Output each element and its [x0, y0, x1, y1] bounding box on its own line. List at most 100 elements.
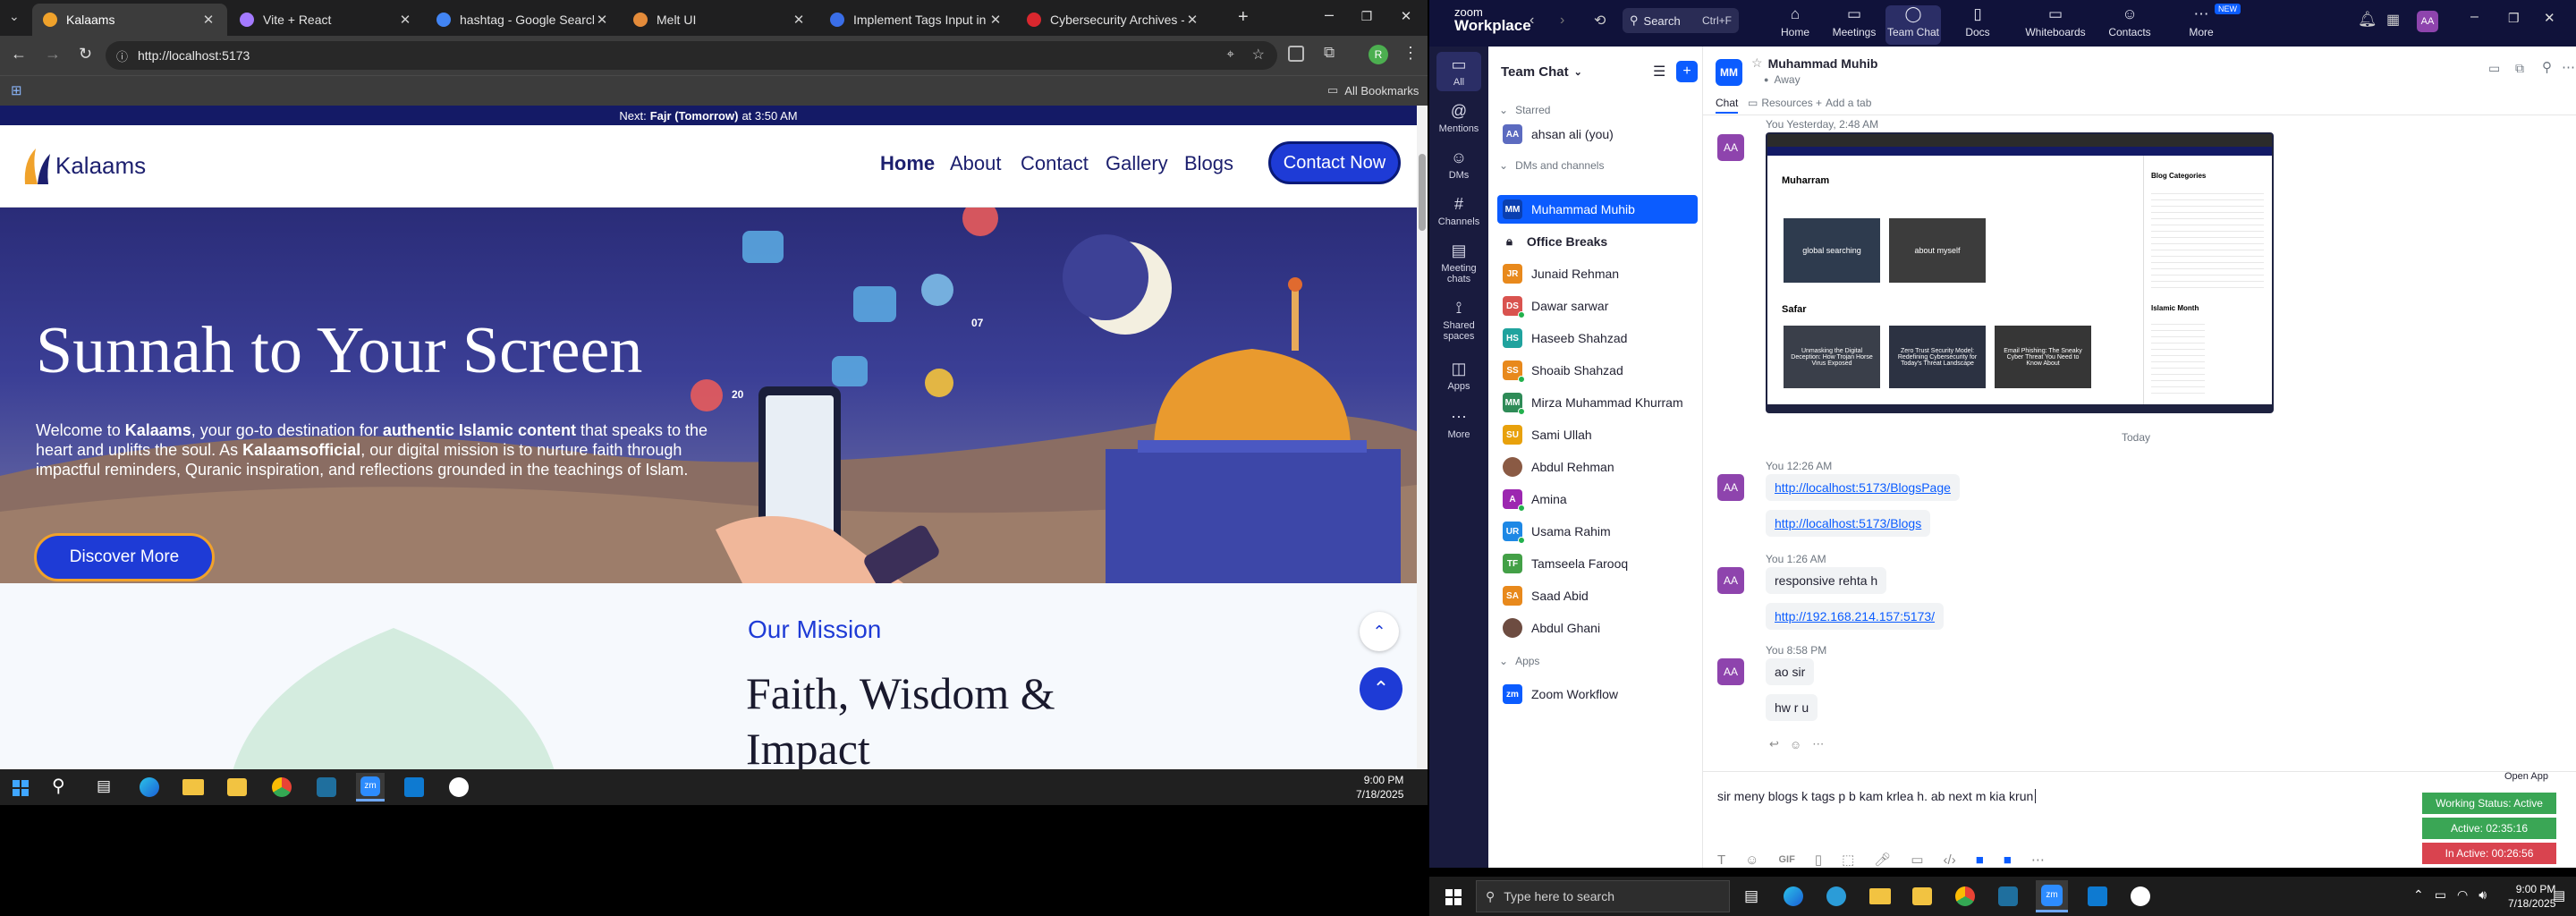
profile-avatar[interactable]: R [1368, 45, 1388, 64]
extension-icon[interactable] [1288, 46, 1304, 62]
reload-icon[interactable]: ↻ [79, 45, 92, 64]
tab-melt-ui[interactable]: Melt UI ✕ [623, 4, 818, 36]
forward-icon[interactable]: → [45, 45, 61, 64]
message-link[interactable]: http://localhost:5173/Blogs [1775, 516, 1921, 530]
back-to-top-button[interactable]: ⌃ [1360, 667, 1402, 710]
star-icon[interactable]: ☆ [1751, 55, 1763, 71]
extensions-puzzle-icon[interactable]: ⧉ [1324, 44, 1335, 62]
nav-about[interactable]: About [950, 152, 1002, 175]
app-zoom-workflow[interactable]: zm Zoom Workflow [1497, 680, 1698, 708]
contact-shoaib[interactable]: SS Shoaib Shahzad [1497, 356, 1698, 385]
emoji-icon[interactable]: ☺ [1745, 852, 1758, 868]
compose-input[interactable]: sir meny blogs k tags p b kam krlea h. a… [1703, 780, 2472, 816]
message-bubble[interactable]: ao sir [1766, 658, 1815, 685]
close-icon[interactable]: ✕ [987, 12, 1004, 28]
back-icon[interactable]: ← [11, 45, 27, 64]
nav-docs[interactable]: ▯ Docs [1950, 5, 2005, 38]
code-icon[interactable]: ‹/› [1944, 852, 1956, 868]
video-clip-icon[interactable]: ▭ [1911, 852, 1923, 868]
close-icon[interactable]: ✕ [397, 12, 413, 28]
maximize-button[interactable]: ❐ [1349, 9, 1385, 24]
close-window-button[interactable]: ✕ [2544, 10, 2555, 26]
nav-blogs[interactable]: Blogs [1184, 152, 1233, 175]
starred-header[interactable]: ⌄ Starred [1499, 104, 1550, 116]
back-icon[interactable]: ‹ [1530, 13, 1534, 29]
location-icon[interactable]: ⌖ [1227, 47, 1234, 62]
screenshot-icon[interactable]: ⬚ [1842, 852, 1854, 868]
contact-muhammad-muhib[interactable]: MM Muhammad Muhib [1497, 195, 1698, 224]
page-scrollbar[interactable] [1417, 106, 1428, 769]
tab-vite-react[interactable]: Vite + React ✕ [229, 4, 424, 36]
contact-sami[interactable]: SU Sami Ullah [1497, 420, 1698, 449]
new-tab-button[interactable]: + [1238, 7, 1249, 28]
discover-more-button[interactable]: Discover More [34, 533, 215, 581]
rail-more[interactable]: ⋯ More [1429, 408, 1488, 440]
notification-icon[interactable]: ▤ [2553, 887, 2565, 903]
new-chat-button[interactable]: + [1676, 61, 1698, 82]
contact-junaid[interactable]: JR Junaid Rehman [1497, 259, 1698, 288]
close-icon[interactable]: ✕ [1184, 12, 1200, 28]
rail-meeting-chats[interactable]: ▤ Meeting chats [1429, 242, 1488, 284]
app-icon[interactable] [317, 777, 336, 797]
app-icon[interactable] [1998, 886, 2018, 906]
bell-icon[interactable]: 🔔︎ [2358, 11, 2377, 29]
edge-icon[interactable] [1784, 886, 1803, 906]
screen-share-icon[interactable]: ⧉ [2515, 61, 2524, 76]
forward-icon[interactable]: › [1560, 13, 1564, 29]
github-icon[interactable] [449, 777, 469, 797]
message-link[interactable]: http://192.168.214.157:5173/ [1775, 609, 1935, 623]
nav-gallery[interactable]: Gallery [1106, 152, 1168, 175]
task-view-icon[interactable]: ▤ [97, 777, 111, 795]
contact-dawar[interactable]: DS Dawar sarwar [1497, 292, 1698, 320]
message-bubble[interactable]: responsive rehta h [1766, 567, 1887, 594]
channel-office-breaks[interactable]: 🔒︎ Office Breaks [1497, 227, 1698, 256]
close-icon[interactable]: ✕ [791, 12, 807, 28]
clock[interactable]: 9:00 PM 7/18/2025 [1356, 773, 1403, 802]
filter-icon[interactable]: ☰ [1653, 63, 1665, 81]
minimize-button[interactable]: – [2470, 9, 2479, 25]
minimize-button[interactable]: – [1311, 5, 1347, 24]
more-icon[interactable]: ⋯ [1812, 737, 1824, 751]
tab-chat[interactable]: Chat [1716, 97, 1739, 114]
message-bubble[interactable]: hw r u [1766, 694, 1818, 721]
team-chat-title[interactable]: Team Chat ⌄ [1501, 64, 1582, 80]
dms-header[interactable]: ⌄ DMs and channels [1499, 159, 1604, 172]
message-link[interactable]: http://localhost:5173/BlogsPage [1775, 480, 1951, 495]
nav-team-chat[interactable]: ◯ Team Chat [1885, 5, 1941, 45]
nav-meetings[interactable]: ▭ Meetings [1826, 5, 1882, 38]
user-avatar[interactable]: AA [2417, 11, 2438, 32]
volume-icon[interactable]: 🔊︎ [2479, 887, 2487, 903]
chrome-icon[interactable] [1955, 886, 1975, 906]
rail-dms[interactable]: ☺ DMs [1429, 148, 1488, 181]
screenshot-attachment[interactable]: Muharram global searching about myself S… [1766, 132, 2274, 413]
taskbar-search[interactable]: ⚲ Type here to search [1476, 880, 1730, 912]
close-window-button[interactable]: ✕ [1388, 8, 1424, 24]
contact-now-button[interactable]: Contact Now [1268, 141, 1401, 184]
tab-resources[interactable]: ▭ Resources [1748, 97, 1813, 109]
chrome-icon[interactable] [272, 777, 292, 797]
nav-home[interactable]: Home [880, 152, 935, 175]
contact-ahsan[interactable]: AA ahsan ali (you) [1497, 120, 1698, 148]
github-icon[interactable] [2131, 886, 2150, 906]
app-icon[interactable]: ■ [2004, 852, 2012, 868]
contact-abdul-rehman[interactable]: AR Abdul Rehman [1497, 453, 1698, 481]
tab-google-search[interactable]: hashtag - Google Search ✕ [426, 4, 621, 36]
more-icon[interactable]: ⋯ [2031, 852, 2045, 868]
rail-mentions[interactable]: @ Mentions [1429, 102, 1488, 134]
chat-search-icon[interactable]: ⚲ [2542, 59, 2552, 75]
edge-icon[interactable] [140, 777, 159, 797]
rail-apps[interactable]: ◫ Apps [1429, 360, 1488, 392]
open-app-label[interactable]: Open App [2504, 771, 2548, 782]
message-bubble[interactable]: http://192.168.214.157:5173/ [1766, 603, 1945, 630]
tab-cybersecurity[interactable]: Cybersecurity Archives - vC ✕ [1016, 4, 1211, 36]
calendar-icon[interactable]: ▦ [2386, 11, 2400, 29]
apps-header[interactable]: ⌄ Apps [1499, 655, 1539, 667]
history-icon[interactable]: ⟲ [1594, 12, 1606, 30]
battery-icon[interactable]: ▭ [2435, 887, 2446, 903]
video-call-icon[interactable]: ▭ [2488, 61, 2500, 76]
format-icon[interactable]: T [1717, 852, 1725, 868]
close-icon[interactable]: ✕ [200, 12, 216, 28]
star-icon[interactable]: ☆ [1252, 46, 1265, 64]
tab-add[interactable]: + Add a tab [1816, 97, 1871, 109]
tab-implement-tags[interactable]: Implement Tags Input in Blo ✕ [819, 4, 1014, 36]
